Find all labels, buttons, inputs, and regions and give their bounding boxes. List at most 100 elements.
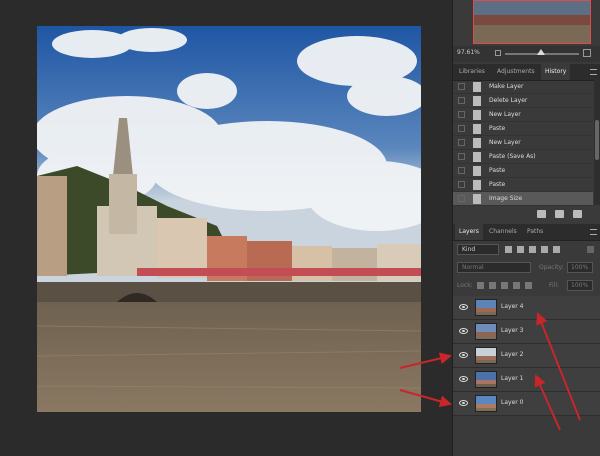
layer-name[interactable]: Layer 4	[501, 303, 523, 310]
history-item-label: Make Layer	[489, 83, 524, 90]
history-item-label: Delete Layer	[489, 97, 528, 104]
fill-field[interactable]: 100%	[567, 280, 593, 291]
layer-row[interactable]: Layer 4	[453, 296, 600, 320]
pixel-filter-icon[interactable]	[505, 246, 512, 253]
scrollbar-thumb[interactable]	[595, 120, 599, 160]
opacity-field[interactable]: 100%	[567, 262, 593, 273]
lock-all-icon[interactable]	[525, 282, 532, 289]
tab-paths[interactable]: Paths	[523, 224, 547, 240]
lock-position-icon[interactable]	[501, 282, 508, 289]
history-item[interactable]: Paste	[453, 164, 593, 178]
history-source-checkbox[interactable]	[458, 125, 465, 132]
history-item[interactable]: New Layer	[453, 108, 593, 122]
history-scrollbar[interactable]	[594, 80, 600, 205]
zoom-slider-handle[interactable]	[537, 49, 545, 55]
layer-thumbnail	[475, 395, 497, 412]
navigator-zoom-row: 97.61%	[453, 46, 600, 62]
layers-panel-tabs: Layers Channels Paths	[453, 224, 600, 241]
history-source-checkbox[interactable]	[458, 195, 465, 202]
history-item[interactable]: Paste	[453, 178, 593, 192]
history-source-checkbox[interactable]	[458, 111, 465, 118]
zoom-out-icon[interactable]	[495, 50, 501, 56]
type-filter-icon[interactable]	[529, 246, 536, 253]
lock-label: Lock:	[457, 282, 473, 289]
blend-mode-select[interactable]: Normal	[457, 262, 531, 273]
lock-row: Lock: Fill: 100%	[453, 278, 600, 294]
history-source-checkbox[interactable]	[458, 181, 465, 188]
layer-row[interactable]: Layer 3	[453, 320, 600, 344]
layer-row[interactable]: Layer 1	[453, 368, 600, 392]
document-canvas[interactable]	[0, 0, 452, 456]
adjustment-filter-icon[interactable]	[517, 246, 524, 253]
fill-label: Fill:	[549, 282, 560, 289]
history-toolbar	[453, 206, 600, 222]
history-source-checkbox[interactable]	[458, 83, 465, 90]
history-item-label: Paste	[489, 167, 506, 174]
layer-row[interactable]: Layer 2	[453, 344, 600, 368]
layer-thumbnail	[475, 371, 497, 388]
layer-thumbnail	[475, 299, 497, 316]
new-document-from-state-icon[interactable]	[537, 210, 546, 218]
layer-thumbnail	[475, 347, 497, 364]
right-panels: 97.61% Libraries Adjustments History Mak…	[452, 0, 600, 456]
history-item[interactable]: Delete Layer	[453, 94, 593, 108]
layer-name[interactable]: Layer 0	[501, 399, 523, 406]
panel-menu-icon[interactable]	[590, 69, 597, 75]
history-item[interactable]: New Layer	[453, 136, 593, 150]
tab-layers[interactable]: Layers	[455, 224, 483, 240]
document-icon	[473, 124, 481, 134]
layer-filter-row: Kind	[453, 242, 600, 258]
document-icon	[473, 138, 481, 148]
filter-kind-select[interactable]: Kind	[457, 244, 499, 255]
document-icon	[473, 180, 481, 190]
eye-icon[interactable]	[459, 304, 468, 310]
top-panel-tabs: Libraries Adjustments History	[453, 64, 600, 81]
navigator-thumbnail[interactable]	[473, 0, 591, 44]
filter-toggle-icon[interactable]	[587, 246, 594, 253]
history-item[interactable]: Paste (Save As)	[453, 150, 593, 164]
history-item-label: Paste	[489, 125, 506, 132]
tab-adjustments[interactable]: Adjustments	[493, 64, 539, 80]
smart-object-filter-icon[interactable]	[553, 246, 560, 253]
layer-row[interactable]: Layer 0	[453, 392, 600, 416]
history-source-checkbox[interactable]	[458, 167, 465, 174]
lock-brush-icon[interactable]	[489, 282, 496, 289]
history-item-label: New Layer	[489, 111, 521, 118]
tab-history[interactable]: History	[541, 64, 571, 80]
layer-thumbnail	[475, 323, 497, 340]
photo-canvas[interactable]	[37, 26, 421, 412]
history-source-checkbox[interactable]	[458, 97, 465, 104]
document-icon	[473, 194, 481, 204]
trash-icon[interactable]	[573, 210, 582, 218]
city-river-photo	[37, 26, 421, 412]
panel-menu-icon[interactable]	[590, 229, 597, 235]
zoom-value[interactable]: 97.61%	[457, 49, 480, 56]
history-item[interactable]: Make Layer	[453, 80, 593, 94]
document-icon	[473, 110, 481, 120]
eye-icon[interactable]	[459, 376, 468, 382]
layer-name[interactable]: Layer 2	[501, 351, 523, 358]
eye-icon[interactable]	[459, 328, 468, 334]
lock-transparent-icon[interactable]	[477, 282, 484, 289]
eye-icon[interactable]	[459, 352, 468, 358]
history-item-label: Paste	[489, 181, 506, 188]
shape-filter-icon[interactable]	[541, 246, 548, 253]
blend-row: Normal Opacity: 100%	[453, 260, 600, 276]
layer-name[interactable]: Layer 3	[501, 327, 523, 334]
history-item[interactable]: Paste	[453, 122, 593, 136]
lock-artboard-icon[interactable]	[513, 282, 520, 289]
history-item-selected[interactable]: Image Size	[453, 192, 593, 206]
tab-channels[interactable]: Channels	[485, 224, 521, 240]
camera-snapshot-icon[interactable]	[555, 210, 564, 218]
zoom-in-icon[interactable]	[583, 49, 591, 57]
document-icon	[473, 152, 481, 162]
history-source-checkbox[interactable]	[458, 153, 465, 160]
document-icon	[473, 166, 481, 176]
history-item-label: Paste (Save As)	[489, 153, 536, 160]
document-icon	[473, 82, 481, 92]
tab-libraries[interactable]: Libraries	[455, 64, 489, 80]
history-source-checkbox[interactable]	[458, 139, 465, 146]
document-icon	[473, 96, 481, 106]
eye-icon[interactable]	[459, 400, 468, 406]
layer-name[interactable]: Layer 1	[501, 375, 523, 382]
